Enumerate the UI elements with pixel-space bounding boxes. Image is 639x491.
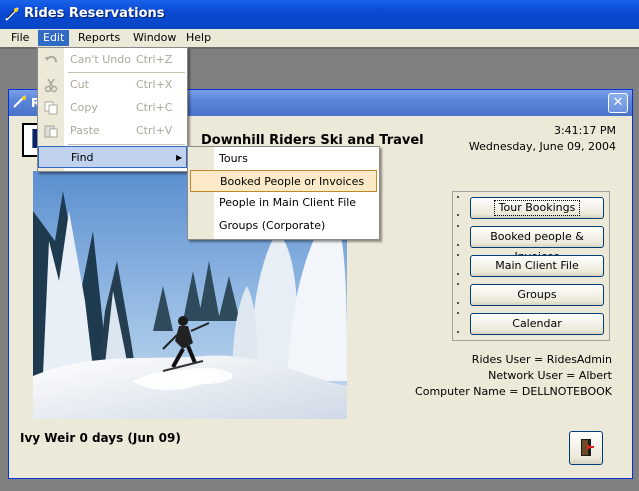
find-submenu: Tours Booked People or Invoices People i… xyxy=(187,146,380,240)
submenu-item-booked-people[interactable]: Booked People or Invoices xyxy=(190,170,377,192)
menu-item-undo[interactable]: Can't Undo Ctrl+Z xyxy=(38,49,187,71)
submenu-item-tours[interactable]: Tours xyxy=(190,148,377,170)
panel-tick xyxy=(457,312,459,314)
menu-bar: File Edit Reports Window Help xyxy=(0,29,639,47)
close-button[interactable]: ✕ xyxy=(608,93,628,113)
menu-file[interactable]: File xyxy=(6,30,34,46)
cut-icon xyxy=(44,78,58,93)
panel-tick xyxy=(457,273,459,275)
panel-tick xyxy=(457,254,459,256)
app-titlebar: Rides Reservations xyxy=(0,0,639,29)
find-label: Find xyxy=(71,151,94,164)
copy-label: Copy xyxy=(70,101,98,114)
panel-tick xyxy=(457,302,459,304)
paste-shortcut: Ctrl+V xyxy=(136,124,173,137)
main-client-file-button[interactable]: Main Client File xyxy=(470,255,604,277)
menu-item-cut[interactable]: Cut Ctrl+X xyxy=(38,74,187,96)
close-icon: ✕ xyxy=(612,95,624,110)
menu-reports[interactable]: Reports xyxy=(73,30,125,46)
menu-separator xyxy=(68,72,185,73)
navigation-button-panel: Tour Bookings Booked people & Invoices M… xyxy=(452,191,610,341)
submenu-item-main-client[interactable]: People in Main Client File xyxy=(190,192,377,214)
submenu-item-groups[interactable]: Groups (Corporate) xyxy=(190,215,377,237)
menu-separator xyxy=(68,144,185,145)
child-app-icon xyxy=(13,95,26,108)
tour-bookings-button[interactable]: Tour Bookings xyxy=(470,197,604,219)
calendar-button[interactable]: Calendar xyxy=(470,313,604,335)
exit-button[interactable] xyxy=(569,431,603,465)
panel-tick xyxy=(457,214,459,216)
staff-status: Ivy Weir 0 days (Jun 09) xyxy=(20,431,181,445)
network-user-info: Network User = Albert xyxy=(488,369,612,382)
panel-tick xyxy=(457,283,459,285)
paste-icon xyxy=(44,125,58,138)
cut-label: Cut xyxy=(70,78,89,91)
app-ski-icon xyxy=(5,7,19,21)
menu-item-copy[interactable]: Copy Ctrl+C xyxy=(38,97,187,119)
submenu-arrow-icon: ▶ xyxy=(176,153,183,162)
menu-help[interactable]: Help xyxy=(181,30,216,46)
menu-window[interactable]: Window xyxy=(128,30,181,46)
computer-name-info: Computer Name = DELLNOTEBOOK xyxy=(415,385,612,398)
tours-label: Tours xyxy=(219,152,248,165)
undo-shortcut: Ctrl+Z xyxy=(136,53,173,66)
menu-edit[interactable]: Edit xyxy=(38,30,70,46)
edit-menu-dropdown: Can't Undo Ctrl+Z Cut Ctrl+X Copy Ctrl+C… xyxy=(37,47,188,172)
groups-corporate-label: Groups (Corporate) xyxy=(219,219,326,232)
copy-shortcut: Ctrl+C xyxy=(136,101,173,114)
panel-tick xyxy=(457,196,459,198)
paste-label: Paste xyxy=(70,124,100,137)
exit-door-icon xyxy=(581,439,594,456)
menu-item-find[interactable]: Find ▶ xyxy=(38,146,187,168)
menu-item-paste[interactable]: Paste Ctrl+V xyxy=(38,120,187,142)
panel-tick xyxy=(457,244,459,246)
booked-people-label: Booked People or Invoices xyxy=(220,175,365,188)
booked-people-invoices-button[interactable]: Booked people & Invoices xyxy=(470,226,604,263)
panel-tick xyxy=(457,331,459,333)
clock-date: Wednesday, June 09, 2004 xyxy=(468,140,616,153)
cut-shortcut: Ctrl+X xyxy=(136,78,173,91)
window-title: Rides Reservations xyxy=(24,6,165,21)
copy-icon xyxy=(44,101,58,115)
rides-user-info: Rides User = RidesAdmin xyxy=(471,353,612,366)
groups-button[interactable]: Groups xyxy=(470,284,604,306)
undo-icon xyxy=(45,55,57,63)
clock-time: 3:41:17 PM xyxy=(553,124,616,137)
main-client-label: People in Main Client File xyxy=(219,196,357,209)
tour-bookings-label: Tour Bookings xyxy=(493,200,581,216)
undo-label: Can't Undo xyxy=(70,53,131,66)
panel-tick xyxy=(457,225,459,227)
